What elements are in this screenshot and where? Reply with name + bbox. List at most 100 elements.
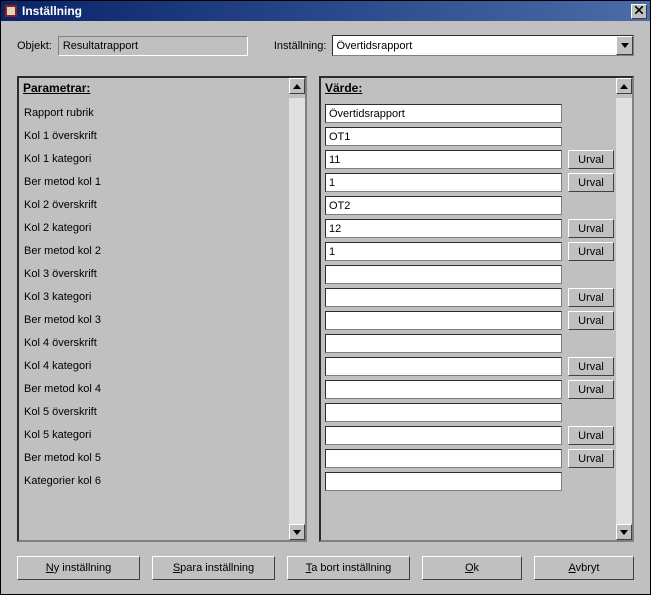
urval-button[interactable]: Urval — [568, 426, 614, 445]
value-input[interactable] — [325, 196, 562, 215]
values-scroll-down[interactable] — [616, 524, 632, 540]
urval-button[interactable]: Urval — [568, 242, 614, 261]
value-row — [323, 401, 616, 424]
value-input[interactable] — [325, 472, 562, 491]
cancel-button[interactable]: Avbryt — [534, 556, 634, 580]
top-row: Objekt: Resultatrapport Inställning: — [17, 35, 634, 56]
value-row: Urval — [323, 171, 616, 194]
parameters-header: Parametrar: — [19, 78, 289, 98]
installning-label: Inställning: — [274, 40, 327, 52]
panels: Parametrar: Rapport rubrikKol 1 överskri… — [17, 76, 634, 542]
value-input[interactable] — [325, 334, 562, 353]
value-row — [323, 332, 616, 355]
value-row: Urval — [323, 309, 616, 332]
param-row[interactable]: Kol 1 överskrift — [21, 125, 287, 148]
values-scroll-up[interactable] — [616, 78, 632, 94]
value-row: Urval — [323, 148, 616, 171]
urval-button[interactable]: Urval — [568, 173, 614, 192]
value-row — [323, 194, 616, 217]
param-row[interactable]: Ber metod kol 5 — [21, 447, 287, 470]
value-input[interactable] — [325, 242, 562, 261]
urval-button[interactable]: Urval — [568, 357, 614, 376]
value-input[interactable] — [325, 127, 562, 146]
value-row — [323, 125, 616, 148]
param-row[interactable]: Kategorier kol 6 — [21, 470, 287, 493]
title-bar: Inställning — [1, 1, 650, 21]
parameters-list: Rapport rubrikKol 1 överskriftKol 1 kate… — [19, 98, 289, 540]
param-row[interactable]: Kol 3 överskrift — [21, 263, 287, 286]
value-row: Urval — [323, 355, 616, 378]
parameters-header-row: Parametrar: — [19, 78, 305, 98]
urval-button[interactable]: Urval — [568, 380, 614, 399]
value-input[interactable] — [325, 219, 562, 238]
scroll-track[interactable] — [616, 98, 632, 524]
objekt-field: Resultatrapport — [58, 36, 248, 56]
bottom-button-row: Ny inställning Spara inställning Ta bort… — [17, 554, 634, 584]
urval-button[interactable]: Urval — [568, 311, 614, 330]
param-row[interactable]: Kol 5 överskrift — [21, 401, 287, 424]
value-row: Urval — [323, 378, 616, 401]
param-row[interactable]: Kol 5 kategori — [21, 424, 287, 447]
app-icon — [4, 4, 18, 18]
params-scroll-up[interactable] — [289, 78, 305, 94]
value-input[interactable] — [325, 426, 562, 445]
installning-dropdown-button[interactable] — [616, 36, 633, 55]
values-header-row: Värde: — [321, 78, 632, 98]
chevron-down-icon — [621, 43, 629, 48]
settings-window: Inställning Objekt: Resultatrapport Inst… — [0, 0, 651, 595]
value-row — [323, 263, 616, 286]
param-row[interactable]: Kol 2 överskrift — [21, 194, 287, 217]
param-row[interactable]: Ber metod kol 2 — [21, 240, 287, 263]
installning-select[interactable] — [332, 35, 634, 56]
chevron-down-icon — [620, 530, 628, 535]
value-row: Urval — [323, 286, 616, 309]
close-button[interactable] — [631, 4, 647, 19]
values-scrollbar[interactable] — [616, 98, 632, 540]
urval-button[interactable]: Urval — [568, 219, 614, 238]
chevron-up-icon — [293, 84, 301, 89]
scroll-track[interactable] — [289, 98, 305, 524]
value-row: Urval — [323, 447, 616, 470]
param-row[interactable]: Kol 3 kategori — [21, 286, 287, 309]
value-row — [323, 102, 616, 125]
params-scroll-down[interactable] — [289, 524, 305, 540]
param-row[interactable]: Kol 4 kategori — [21, 355, 287, 378]
param-row[interactable]: Kol 1 kategori — [21, 148, 287, 171]
value-input[interactable] — [325, 357, 562, 376]
values-panel: Värde: UrvalUrvalUrvalUrvalUrvalUrvalUrv… — [319, 76, 634, 542]
value-row: Urval — [323, 240, 616, 263]
objekt-label: Objekt: — [17, 40, 52, 52]
value-row: Urval — [323, 424, 616, 447]
param-row[interactable]: Kol 2 kategori — [21, 217, 287, 240]
delete-setting-button[interactable]: Ta bort inställning — [287, 556, 410, 580]
params-scrollbar[interactable] — [289, 98, 305, 540]
installning-input[interactable] — [333, 36, 616, 55]
chevron-up-icon — [620, 84, 628, 89]
new-setting-button[interactable]: Ny inställning — [17, 556, 140, 580]
param-row[interactable]: Rapport rubrik — [21, 102, 287, 125]
value-input[interactable] — [325, 104, 562, 123]
value-input[interactable] — [325, 173, 562, 192]
window-title: Inställning — [22, 4, 631, 18]
save-setting-button[interactable]: Spara inställning — [152, 556, 275, 580]
value-input[interactable] — [325, 311, 562, 330]
chevron-down-icon — [293, 530, 301, 535]
param-row[interactable]: Kol 4 överskrift — [21, 332, 287, 355]
param-row[interactable]: Ber metod kol 1 — [21, 171, 287, 194]
value-input[interactable] — [325, 265, 562, 284]
value-row — [323, 470, 616, 493]
ok-button[interactable]: Ok — [422, 556, 522, 580]
values-header: Värde: — [321, 78, 616, 98]
value-input[interactable] — [325, 403, 562, 422]
parameters-panel: Parametrar: Rapport rubrikKol 1 överskri… — [17, 76, 307, 542]
urval-button[interactable]: Urval — [568, 288, 614, 307]
value-input[interactable] — [325, 380, 562, 399]
param-row[interactable]: Ber metod kol 3 — [21, 309, 287, 332]
values-list: Urval Urval Urval Urval Urval Urval Urval Urval… — [321, 98, 616, 540]
value-input[interactable] — [325, 449, 562, 468]
value-input[interactable] — [325, 150, 562, 169]
urval-button[interactable]: Urval — [568, 449, 614, 468]
urval-button[interactable]: Urval — [568, 150, 614, 169]
param-row[interactable]: Ber metod kol 4 — [21, 378, 287, 401]
value-input[interactable] — [325, 288, 562, 307]
